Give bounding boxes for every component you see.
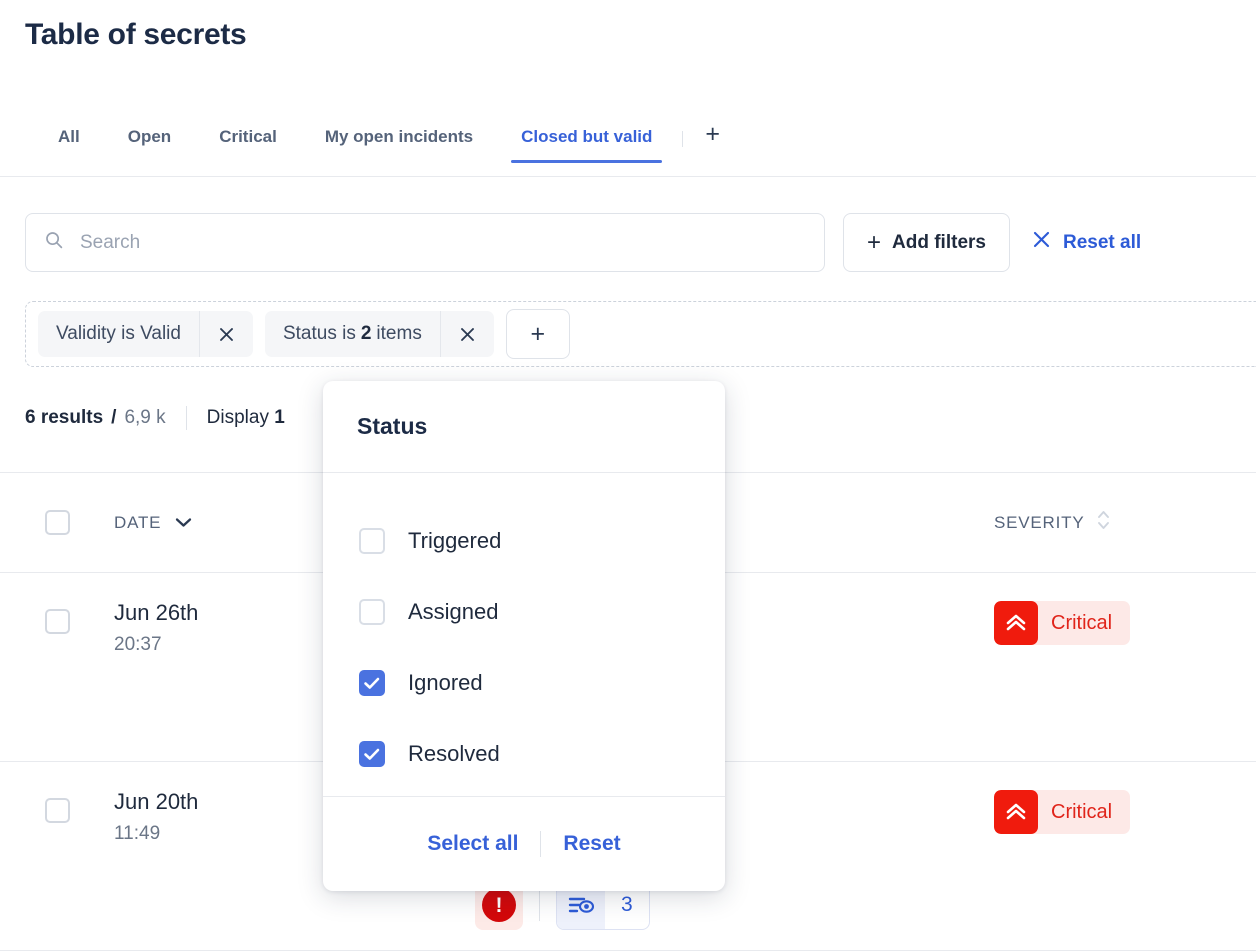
filter-chip-status-prefix: Status is xyxy=(283,323,356,345)
checkbox-unchecked-icon[interactable] xyxy=(359,599,385,625)
reset-link[interactable]: Reset xyxy=(541,832,642,856)
display-control[interactable]: Display 1 xyxy=(207,407,285,429)
status-filter-popup: Status Triggered Assigned Ignored xyxy=(323,381,725,891)
filter-chip-status[interactable]: Status is 2 items xyxy=(265,311,494,357)
filter-chip-status-label: Status is 2 items xyxy=(265,311,440,357)
chevron-down-icon xyxy=(175,513,192,533)
filter-chip-validity[interactable]: Validity is Valid xyxy=(38,311,253,357)
meta-divider xyxy=(186,406,187,430)
display-value: 1 xyxy=(274,407,285,428)
row-checkbox[interactable] xyxy=(45,609,70,634)
status-badge-label: Critical xyxy=(1051,801,1112,824)
results-separator: / xyxy=(111,407,116,429)
status-popup-options: Triggered Assigned Ignored Resolved xyxy=(323,473,725,796)
status-popup-header: Status xyxy=(323,381,725,473)
add-filters-button[interactable]: + Add filters xyxy=(843,213,1010,272)
status-option-ignored[interactable]: Ignored xyxy=(323,647,725,718)
occurrences-count: 3 xyxy=(605,893,649,917)
results-meta: 6 results / 6,9 k Display 1 xyxy=(25,406,285,430)
filter-toolbar: + Add filters Reset all xyxy=(25,213,1141,272)
select-all-cell xyxy=(0,510,114,535)
row-checkbox[interactable] xyxy=(45,798,70,823)
status-badge-label: Critical xyxy=(1051,612,1112,635)
status-option-label: Triggered xyxy=(408,528,501,554)
search-icon xyxy=(44,230,64,255)
double-chevron-up-icon xyxy=(994,790,1038,834)
tab-bar: All Open Critical My open incidents Clos… xyxy=(0,113,1256,177)
remove-filter-validity-button[interactable] xyxy=(199,311,253,357)
reset-all-button[interactable]: Reset all xyxy=(1032,230,1141,255)
row-severity-cell: Critical xyxy=(994,573,1256,645)
row-select-cell xyxy=(0,573,114,634)
exclamation-circle-icon: ! xyxy=(482,888,516,922)
tab-my-open-incidents[interactable]: My open incidents xyxy=(325,113,473,147)
status-option-resolved[interactable]: Resolved xyxy=(323,718,725,789)
status-option-label: Resolved xyxy=(408,741,500,767)
chevron-updown-icon xyxy=(1097,509,1110,536)
add-tab-button[interactable]: + xyxy=(705,113,726,147)
checkbox-checked-icon[interactable] xyxy=(359,670,385,696)
display-label: Display xyxy=(207,407,269,428)
plus-icon: + xyxy=(867,231,881,255)
remove-filter-status-button[interactable] xyxy=(440,311,494,357)
status-popup-footer: Select all Reset xyxy=(323,796,725,891)
results-count: 6 results xyxy=(25,407,103,429)
active-filters-row: Validity is Valid Status is 2 items + xyxy=(25,301,1256,367)
search-box[interactable] xyxy=(25,213,825,272)
page-title: Table of secrets xyxy=(25,18,246,52)
select-all-checkbox[interactable] xyxy=(45,510,70,535)
checkbox-checked-icon[interactable] xyxy=(359,741,385,767)
checkbox-unchecked-icon[interactable] xyxy=(359,528,385,554)
column-header-date-label: DATE xyxy=(114,513,161,533)
tab-all[interactable]: All xyxy=(58,113,80,147)
status-option-label: Assigned xyxy=(408,599,499,625)
row-select-cell xyxy=(0,762,114,823)
filter-chip-status-suffix: items xyxy=(376,323,421,345)
status-option-assigned[interactable]: Assigned xyxy=(323,576,725,647)
status-popup-title: Status xyxy=(357,413,427,440)
filter-chip-validity-label: Validity is Valid xyxy=(38,311,199,357)
cluster-divider xyxy=(539,889,540,921)
search-input[interactable] xyxy=(78,231,806,255)
column-header-severity[interactable]: SEVERITY xyxy=(994,509,1256,536)
status-badge: Critical xyxy=(994,790,1130,834)
tab-open[interactable]: Open xyxy=(128,113,171,147)
select-all-link[interactable]: Select all xyxy=(405,832,540,856)
reset-all-label: Reset all xyxy=(1063,232,1141,254)
add-filter-chip-button[interactable]: + xyxy=(506,309,570,359)
results-total: 6,9 k xyxy=(124,407,165,429)
tab-closed-but-valid[interactable]: Closed but valid xyxy=(521,113,652,147)
status-option-label: Ignored xyxy=(408,670,483,696)
close-x-icon xyxy=(1032,230,1051,255)
row-severity-cell: Critical xyxy=(994,762,1256,834)
status-badge: Critical xyxy=(994,601,1130,645)
double-chevron-up-icon xyxy=(994,601,1038,645)
column-header-severity-label: SEVERITY xyxy=(994,513,1084,533)
status-option-triggered[interactable]: Triggered xyxy=(323,505,725,576)
tab-divider xyxy=(682,131,683,147)
tab-critical[interactable]: Critical xyxy=(219,113,277,147)
add-filters-label: Add filters xyxy=(892,232,986,254)
filter-chip-status-count: 2 xyxy=(361,323,372,345)
